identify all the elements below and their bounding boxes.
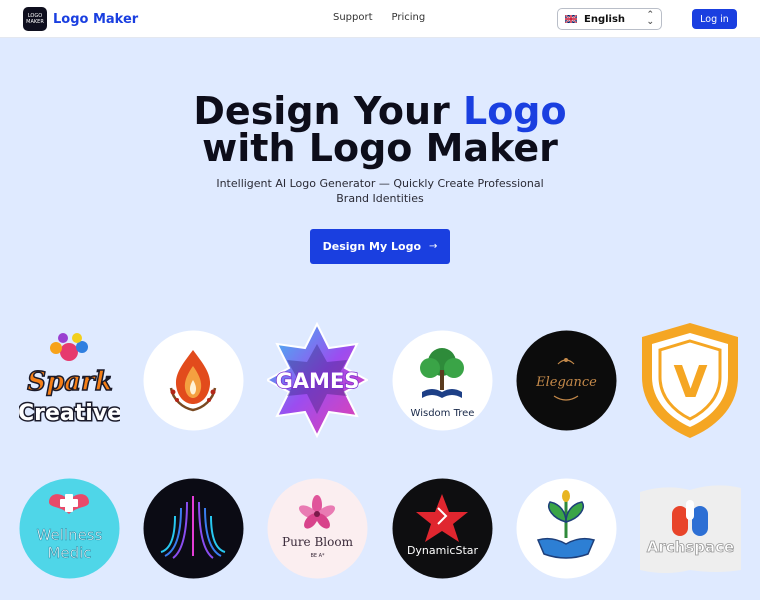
v-letter: V: [673, 357, 707, 408]
login-button[interactable]: Log in: [692, 9, 737, 29]
pure-bloom-logo-icon: Pure Bloom BE A*: [267, 478, 368, 579]
logo-example-v-shield[interactable]: V: [640, 321, 741, 440]
flame-leaves-logo-icon: [143, 330, 244, 431]
hero-title: Design Your Logo with Logo Maker: [0, 92, 760, 170]
pure-bloom-text: Pure Bloom: [282, 535, 354, 549]
creative-text: Creative: [19, 401, 120, 426]
logo-example-elegance[interactable]: Elegance: [516, 330, 617, 431]
archspace-text: Archspace: [647, 538, 734, 556]
dynamic-star-logo-icon: DynamicStar: [392, 478, 493, 579]
wisdom-tree-logo-icon: Wisdom Tree: [392, 330, 493, 431]
main-nav: Support Pricing: [333, 12, 425, 23]
language-label: English: [584, 13, 626, 25]
logo-example-games[interactable]: GAMES: [267, 322, 368, 438]
logo-example-archspace[interactable]: Archspace: [640, 478, 741, 579]
top-nav-bar: LOGO MAKER Logo Maker Support Pricing En…: [0, 0, 760, 38]
logo-example-pure-bloom[interactable]: Pure Bloom BE A*: [267, 478, 368, 579]
v-shield-logo-icon: V: [642, 323, 738, 438]
games-logo-icon: GAMES: [267, 322, 368, 438]
wellness-medic-logo-icon: Wellness Medic: [19, 478, 120, 579]
dynamic-star-text: DynamicStar: [407, 544, 479, 557]
wellness-text: Wellness: [37, 526, 103, 544]
arrow-right-icon: →: [429, 241, 438, 252]
wisdom-tree-text: Wisdom Tree: [411, 408, 475, 419]
nav-support-link[interactable]: Support: [333, 12, 373, 23]
spark-text: Spark: [27, 367, 113, 397]
pure-bloom-tagline: BE A*: [310, 553, 325, 559]
elegance-text: Elegance: [535, 375, 597, 390]
spark-creative-logo-icon: Spark Creative: [19, 333, 120, 428]
cta-label: Design My Logo: [322, 240, 421, 253]
logo-example-spark-creative[interactable]: Spark Creative: [19, 330, 120, 431]
logo-example-wisdom-tree[interactable]: Wisdom Tree: [392, 330, 493, 431]
neon-waves-logo-icon: [143, 478, 244, 579]
hand-plant-logo-icon: [516, 478, 617, 579]
brand-logo-icon: LOGO MAKER: [23, 7, 47, 31]
logo-example-dynamic-star[interactable]: DynamicStar: [392, 478, 493, 579]
games-text: GAMES: [276, 369, 360, 393]
archspace-logo-icon: Archspace: [640, 485, 741, 573]
nav-pricing-link[interactable]: Pricing: [392, 12, 426, 23]
logo-example-neon-waves[interactable]: [143, 478, 244, 579]
design-my-logo-button[interactable]: Design My Logo →: [310, 229, 450, 264]
medic-text: Medic: [47, 544, 91, 562]
logo-example-flame[interactable]: [143, 330, 244, 431]
hero-subtitle: Intelligent AI Logo Generator — Quickly …: [216, 177, 544, 205]
uk-flag-icon: [565, 15, 577, 23]
logo-example-wellness-medic[interactable]: Wellness Medic: [19, 478, 120, 579]
language-select[interactable]: English ⌃ ⌄: [557, 8, 662, 30]
hero-title-line2: with Logo Maker: [202, 126, 558, 170]
elegance-logo-icon: Elegance: [516, 330, 617, 431]
brand-home-link[interactable]: LOGO MAKER Logo Maker: [23, 7, 138, 31]
chevron-updown-icon: ⌃ ⌄: [646, 10, 654, 27]
brand-name: Logo Maker: [53, 11, 139, 27]
logo-example-hand-plant[interactable]: [516, 478, 617, 579]
